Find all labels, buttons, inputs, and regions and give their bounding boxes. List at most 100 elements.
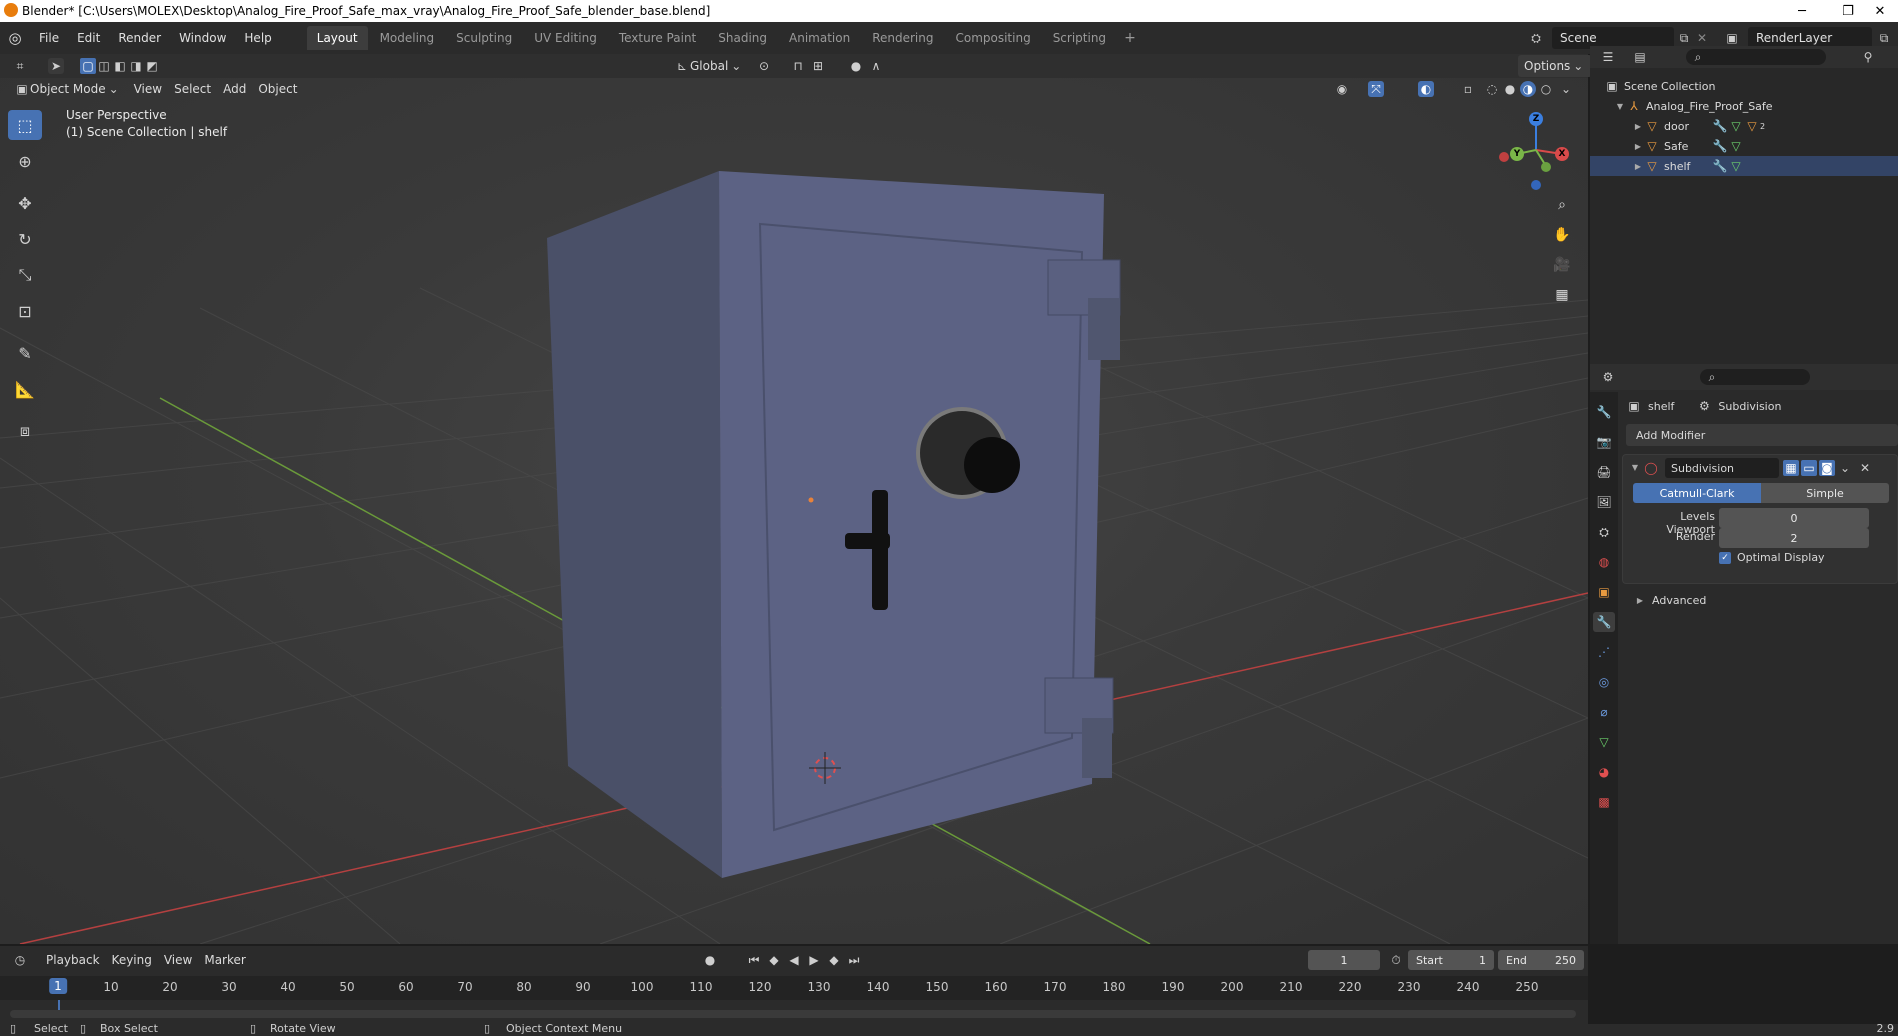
overlays-toggle-icon[interactable]: ◐ — [1418, 81, 1434, 97]
object-tab-icon[interactable]: ▣ — [1593, 582, 1615, 602]
texture-tab-icon[interactable]: ▩ — [1593, 792, 1615, 812]
add-workspace-button[interactable]: + — [1118, 30, 1142, 46]
scale-tool-icon[interactable]: ⤡ — [8, 260, 42, 290]
end-frame-field[interactable]: End 250 — [1498, 950, 1584, 970]
menu-playback[interactable]: Playback — [40, 949, 106, 971]
new-view-layer-icon[interactable]: ⧉ — [1876, 30, 1892, 46]
modifier-wrench-icon[interactable]: 🔧 — [1712, 158, 1728, 174]
move-tool-icon[interactable]: ✥ — [8, 188, 42, 218]
tab-uv-editing[interactable]: UV Editing — [524, 26, 607, 50]
menu-render[interactable]: Render — [109, 22, 170, 54]
proportional-falloff-icon[interactable]: ∧ — [868, 58, 884, 74]
rendered-shading-icon[interactable]: ○ — [1538, 81, 1554, 97]
tab-compositing[interactable]: Compositing — [945, 26, 1040, 50]
properties-search-input[interactable]: ⌕ — [1700, 369, 1810, 385]
tab-layout[interactable]: Layout — [306, 26, 368, 50]
edit-mode-toggle-icon[interactable]: ▦ — [1783, 460, 1799, 476]
output-tab-icon[interactable]: 🖨 — [1593, 462, 1615, 482]
gizmo-neg-y-axis[interactable] — [1541, 162, 1551, 172]
select-intersect-mode-icon[interactable]: ◩ — [144, 58, 160, 74]
menu-select[interactable]: Select — [168, 78, 217, 100]
play-icon[interactable]: ▶ — [806, 952, 822, 968]
gizmo-neg-z-axis[interactable] — [1531, 180, 1541, 190]
select-difference-mode-icon[interactable]: ◨ — [128, 58, 144, 74]
gizmo-z-axis[interactable]: Z — [1529, 112, 1543, 126]
jump-start-icon[interactable]: ⏮ — [746, 952, 762, 968]
tab-texture-paint[interactable]: Texture Paint — [609, 26, 706, 50]
select-box-tool-icon[interactable]: ⬚ — [8, 110, 42, 140]
new-scene-icon[interactable]: ⧉ — [1676, 30, 1692, 46]
select-extend-mode-icon[interactable]: ◫ — [96, 58, 112, 74]
annotate-tool-icon[interactable]: ✎ — [8, 338, 42, 368]
modifier-wrench-icon[interactable]: 🔧 — [1712, 138, 1728, 154]
scene-tab-icon[interactable]: ⛭ — [1593, 522, 1615, 542]
menu-keying[interactable]: Keying — [106, 949, 158, 971]
prev-keyframe-icon[interactable]: ◆ — [766, 952, 782, 968]
navigation-gizmo[interactable]: Z Y X — [1490, 108, 1570, 190]
options-dropdown[interactable]: Options ⌄ — [1518, 55, 1593, 77]
expand-triangle-icon[interactable]: ▶ — [1632, 162, 1644, 171]
tool-tab-icon[interactable]: 🔧 — [1593, 402, 1615, 422]
optimal-display-checkbox[interactable]: ✓ — [1719, 551, 1731, 564]
transform-tool-icon[interactable]: ⊡ — [8, 296, 42, 326]
mesh-data-icon[interactable]: ▽ — [1728, 138, 1744, 154]
expand-triangle-icon[interactable]: ▶ — [1632, 142, 1644, 151]
select-new-mode-icon[interactable]: ▢ — [80, 58, 96, 74]
constraints-tab-icon[interactable]: ⌀ — [1593, 702, 1615, 722]
pan-hand-icon[interactable]: ✋ — [1549, 222, 1575, 248]
render-levels-field[interactable]: 2 — [1719, 528, 1869, 548]
menu-view[interactable]: View — [128, 78, 168, 100]
cursor-tool-icon[interactable]: ⊕ — [8, 146, 42, 176]
tab-rendering[interactable]: Rendering — [862, 26, 943, 50]
modifier-wrench-icon[interactable]: 🔧 — [1712, 118, 1728, 134]
world-tab-icon[interactable]: ◍ — [1593, 552, 1615, 572]
menu-add[interactable]: Add — [217, 78, 252, 100]
render-tab-icon[interactable]: 📷 — [1593, 432, 1615, 452]
physics-tab-icon[interactable]: ◎ — [1593, 672, 1615, 692]
frame-ruler[interactable]: 1 10 20 30 40 50 60 70 80 90 100 110 120… — [0, 976, 1588, 1000]
data-tab-icon[interactable]: ▽ — [1593, 732, 1615, 752]
play-reverse-icon[interactable]: ◀ — [786, 952, 802, 968]
child-object-icon[interactable]: ▽ — [1744, 118, 1760, 134]
measure-tool-icon[interactable]: 📐 — [8, 374, 42, 404]
current-frame-field[interactable]: 1 — [1308, 950, 1380, 970]
editor-type-icon[interactable]: ⌗ — [12, 58, 28, 74]
filter-icon[interactable]: ⚲ — [1860, 49, 1876, 65]
tab-shading[interactable]: Shading — [708, 26, 777, 50]
view-layer-tab-icon[interactable]: 🖼 — [1593, 492, 1615, 512]
outliner-item-safe[interactable]: ▶ ▽ Safe 🔧 ▽ — [1590, 136, 1898, 156]
viewport-toggle-icon[interactable]: ▭ — [1801, 460, 1817, 476]
tab-modeling[interactable]: Modeling — [370, 26, 445, 50]
perspective-toggle-icon[interactable]: ▦ — [1549, 282, 1575, 308]
gizmo-y-axis[interactable]: Y — [1510, 147, 1524, 161]
outliner-editor-icon[interactable]: ☰ — [1600, 49, 1616, 65]
xray-toggle-icon[interactable]: ▫ — [1460, 81, 1476, 97]
modifier-menu-chevron-icon[interactable]: ⌄ — [1837, 460, 1853, 476]
menu-marker[interactable]: Marker — [198, 949, 251, 971]
jump-end-icon[interactable]: ⏭ — [846, 952, 862, 968]
outliner-scene-collection[interactable]: ▣ Scene Collection — [1590, 76, 1898, 96]
camera-view-icon[interactable]: 🎥 — [1549, 252, 1575, 278]
material-preview-icon[interactable]: ◑ — [1520, 81, 1536, 97]
modifier-tab-icon[interactable]: 🔧 — [1593, 612, 1615, 632]
proportional-editing-icon[interactable]: ● — [848, 58, 864, 74]
select-tool-icon[interactable]: ➤ — [48, 58, 64, 74]
simple-option[interactable]: Simple — [1761, 483, 1889, 503]
start-frame-field[interactable]: Start 1 — [1408, 950, 1494, 970]
tab-scripting[interactable]: Scripting — [1043, 26, 1116, 50]
shading-options-icon[interactable]: ⌄ — [1558, 81, 1574, 97]
transform-orientation-dropdown[interactable]: ⊾ Global ⌄ — [668, 55, 750, 77]
outliner-item-door[interactable]: ▶ ▽ door 🔧 ▽ ▽ 2 — [1590, 116, 1898, 136]
tab-sculpting[interactable]: Sculpting — [446, 26, 522, 50]
visibility-icon[interactable]: ◉ — [1334, 81, 1350, 97]
expand-triangle-icon[interactable]: ▶ — [1632, 122, 1644, 131]
3d-viewport[interactable]: User Perspective (1) Scene Collection | … — [0, 78, 1588, 944]
material-tab-icon[interactable]: ◕ — [1593, 762, 1615, 782]
catmull-clark-option[interactable]: Catmull-Clark — [1633, 483, 1761, 503]
outliner-search-input[interactable]: ⌕ — [1686, 49, 1826, 65]
rotate-tool-icon[interactable]: ↻ — [8, 224, 42, 254]
solid-shading-icon[interactable]: ● — [1502, 81, 1518, 97]
menu-help[interactable]: Help — [235, 22, 280, 54]
particles-tab-icon[interactable]: ⋰ — [1593, 642, 1615, 662]
menu-edit[interactable]: Edit — [68, 22, 109, 54]
